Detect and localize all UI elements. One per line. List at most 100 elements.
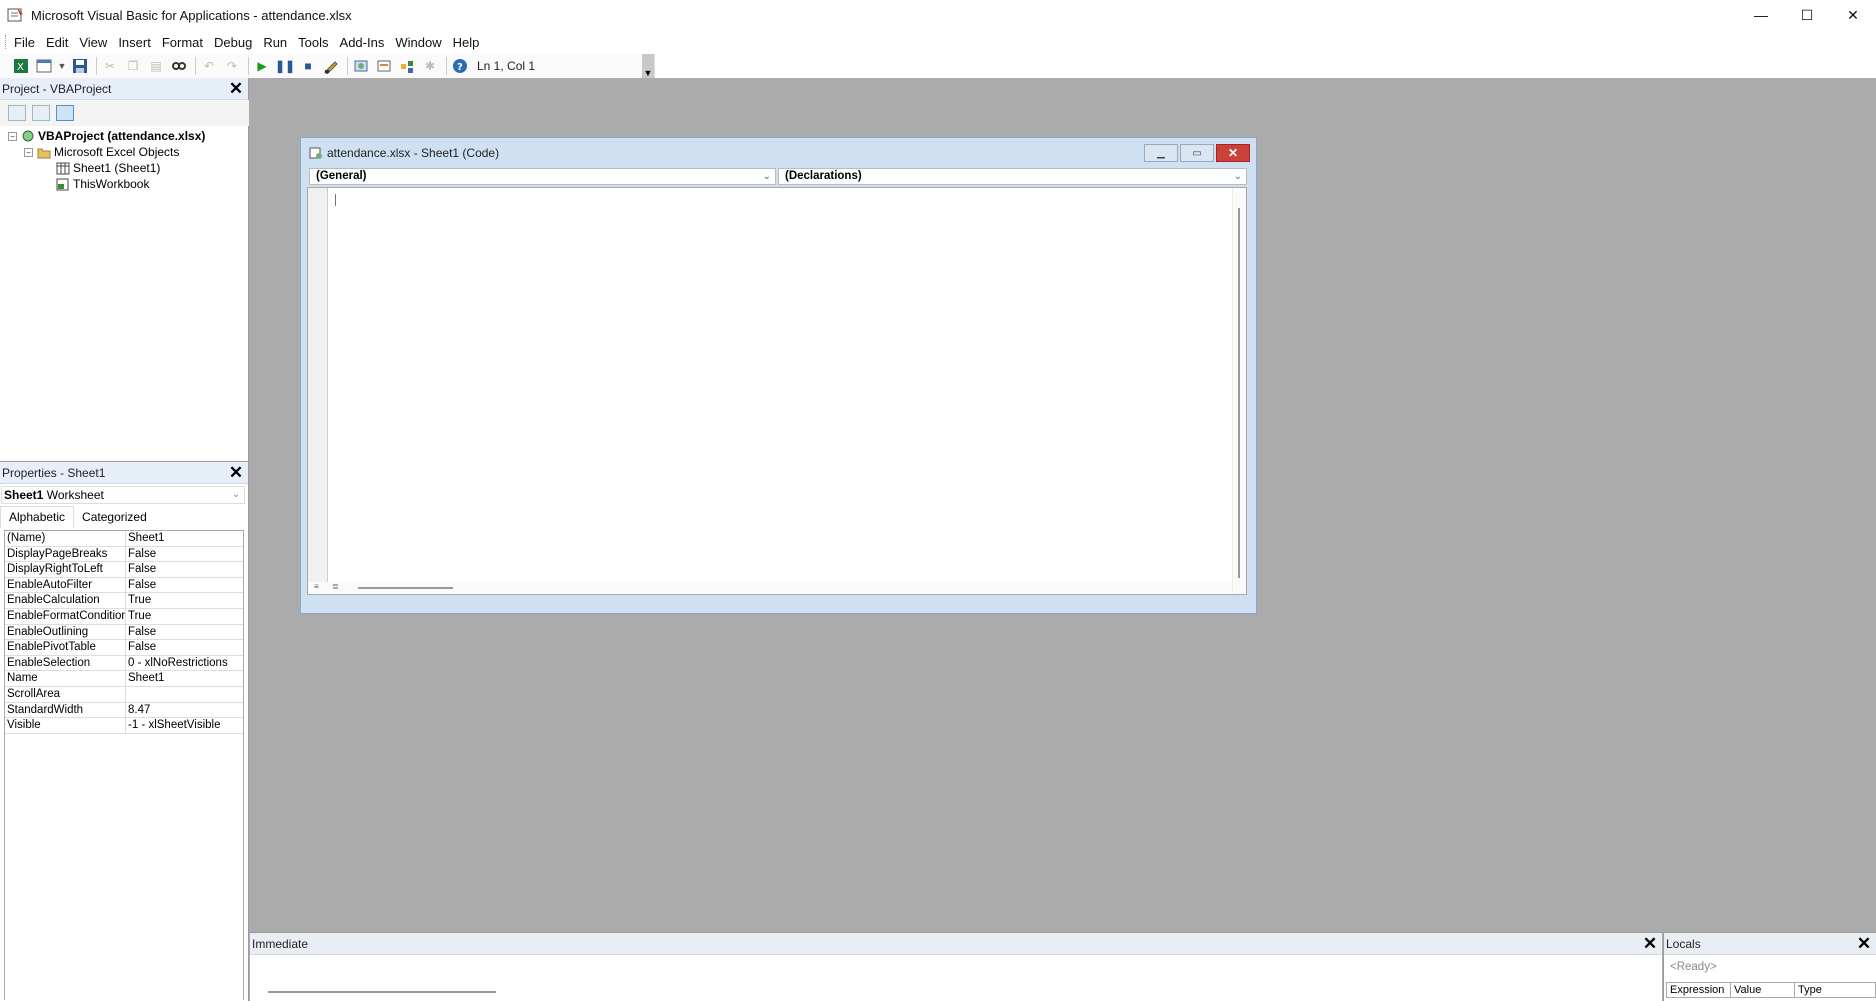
property-row[interactable]: EnableCalculation True bbox=[5, 593, 243, 609]
close-window-button[interactable]: ✕ bbox=[1830, 0, 1876, 30]
menu-tools[interactable]: Tools bbox=[298, 35, 328, 50]
property-value[interactable]: -1 - xlSheetVisible bbox=[126, 718, 243, 733]
property-row[interactable]: Name Sheet1 bbox=[5, 671, 243, 687]
property-row[interactable]: EnableAutoFilter False bbox=[5, 577, 243, 594]
help-icon[interactable]: ? bbox=[450, 56, 470, 76]
menu-add-ins[interactable]: Add-Ins bbox=[340, 35, 385, 50]
property-row[interactable]: DisplayRightToLeft False bbox=[5, 562, 243, 578]
code-maximize-button[interactable]: ▭ bbox=[1180, 144, 1214, 162]
paste-icon[interactable]: ▤ bbox=[146, 56, 166, 76]
maximize-button[interactable]: ☐ bbox=[1784, 0, 1830, 30]
code-minimize-button[interactable]: ▁ bbox=[1144, 144, 1178, 162]
properties-window-icon[interactable] bbox=[374, 56, 394, 76]
scroll-thumb[interactable] bbox=[358, 587, 453, 589]
property-value[interactable]: True bbox=[126, 593, 243, 608]
object-browser-icon[interactable] bbox=[397, 56, 417, 76]
close-icon[interactable]: ✕ bbox=[228, 80, 244, 97]
property-row[interactable]: EnableSelection 0 - xlNoRestrictions bbox=[5, 655, 243, 672]
property-row[interactable]: (Name) Sheet1 bbox=[5, 531, 243, 547]
toolbox-icon[interactable]: ✱ bbox=[420, 56, 440, 76]
excel-icon[interactable]: X bbox=[11, 56, 31, 76]
property-value[interactable]: False bbox=[126, 562, 243, 577]
chevron-down-icon[interactable]: ⌄ bbox=[232, 487, 240, 503]
tab-alphabetic[interactable]: Alphabetic bbox=[0, 506, 75, 528]
property-row[interactable]: EnablePivotTable False bbox=[5, 640, 243, 656]
tree-node-vbaproject[interactable]: − VBAProject (attendance.xlsx) bbox=[8, 128, 205, 144]
find-icon[interactable] bbox=[169, 56, 189, 76]
column-value[interactable]: Value bbox=[1731, 983, 1795, 997]
object-selector[interactable]: Sheet1 Worksheet ⌄ bbox=[1, 486, 245, 504]
chevron-down-icon[interactable]: ⌄ bbox=[763, 169, 771, 184]
view-object-button[interactable] bbox=[32, 105, 50, 121]
property-row[interactable]: DisplayPageBreaks False bbox=[5, 546, 243, 563]
property-value[interactable]: False bbox=[126, 547, 243, 562]
tree-node-excel-objects[interactable]: − Microsoft Excel Objects bbox=[24, 144, 179, 160]
column-type[interactable]: Type bbox=[1795, 983, 1875, 997]
property-row[interactable]: EnableOutlining False bbox=[5, 624, 243, 641]
property-row[interactable]: Visible -1 - xlSheetVisible bbox=[5, 718, 243, 734]
property-row[interactable]: ScrollArea bbox=[5, 686, 243, 703]
menu-run[interactable]: Run bbox=[263, 35, 287, 50]
redo-icon[interactable]: ↷ bbox=[222, 56, 242, 76]
minimize-button[interactable]: — bbox=[1738, 0, 1784, 30]
horizontal-scrollbar[interactable]: ≡ ≣ bbox=[308, 582, 1232, 594]
property-value[interactable]: 8.47 bbox=[126, 703, 243, 718]
menu-window[interactable]: Window bbox=[395, 35, 441, 50]
menu-view[interactable]: View bbox=[79, 35, 107, 50]
property-value[interactable]: Sheet1 bbox=[126, 531, 243, 546]
margin-indicator-bar[interactable] bbox=[308, 188, 328, 594]
close-icon[interactable]: ✕ bbox=[1642, 935, 1658, 952]
code-window-titlebar[interactable]: attendance.xlsx - Sheet1 (Code) bbox=[301, 138, 1256, 168]
object-combo[interactable]: (General) ⌄ bbox=[309, 168, 776, 185]
full-module-view-icon[interactable]: ≣ bbox=[332, 582, 339, 591]
menu-debug[interactable]: Debug bbox=[214, 35, 252, 50]
menu-help[interactable]: Help bbox=[453, 35, 480, 50]
break-icon[interactable]: ❚❚ bbox=[275, 56, 295, 76]
menu-insert[interactable]: Insert bbox=[118, 35, 151, 50]
tree-label-sheet1: Sheet1 (Sheet1) bbox=[73, 161, 161, 175]
code-editor[interactable]: ≡ ≣ bbox=[307, 187, 1247, 595]
property-value[interactable]: Sheet1 bbox=[126, 671, 243, 686]
menu-format[interactable]: Format bbox=[162, 35, 203, 50]
property-value[interactable]: False bbox=[126, 640, 243, 655]
scroll-thumb[interactable] bbox=[1238, 208, 1240, 578]
immediate-input[interactable] bbox=[250, 956, 1662, 1001]
menu-file[interactable]: File bbox=[14, 35, 35, 50]
property-value[interactable]: 0 - xlNoRestrictions bbox=[126, 656, 243, 671]
cut-icon[interactable]: ✂ bbox=[100, 56, 120, 76]
undo-icon[interactable]: ↶ bbox=[199, 56, 219, 76]
procedure-combo[interactable]: (Declarations) ⌄ bbox=[778, 168, 1247, 185]
menu-edit[interactable]: Edit bbox=[46, 35, 68, 50]
chevron-down-icon[interactable]: ▼ bbox=[57, 56, 67, 76]
property-value[interactable]: False bbox=[126, 578, 243, 593]
scroll-thumb[interactable] bbox=[268, 991, 496, 993]
chevron-down-icon[interactable]: ⌄ bbox=[1234, 169, 1242, 184]
save-icon[interactable] bbox=[70, 56, 90, 76]
tree-node-thisworkbook[interactable]: ThisWorkbook bbox=[56, 176, 149, 192]
close-icon[interactable]: ✕ bbox=[228, 464, 244, 481]
property-value[interactable]: True bbox=[126, 609, 243, 624]
property-row[interactable]: EnableFormatConditionsCalculationTrue bbox=[5, 608, 243, 625]
tree-node-sheet1[interactable]: Sheet1 (Sheet1) bbox=[56, 160, 160, 176]
reset-icon[interactable]: ■ bbox=[298, 56, 318, 76]
project-explorer-icon[interactable] bbox=[351, 56, 371, 76]
run-icon[interactable]: ▶ bbox=[252, 56, 272, 76]
close-icon[interactable]: ✕ bbox=[1856, 935, 1872, 952]
collapse-icon[interactable]: − bbox=[24, 147, 33, 157]
copy-icon[interactable]: ❐ bbox=[123, 56, 143, 76]
menu-grip[interactable] bbox=[5, 35, 8, 49]
property-value[interactable]: False bbox=[126, 625, 243, 640]
collapse-icon[interactable]: − bbox=[8, 131, 17, 141]
property-value[interactable] bbox=[126, 687, 243, 702]
insert-module-icon[interactable] bbox=[34, 56, 54, 76]
procedure-view-icon[interactable]: ≡ bbox=[314, 582, 319, 591]
tab-categorized[interactable]: Categorized bbox=[74, 507, 155, 528]
vertical-scrollbar[interactable] bbox=[1232, 188, 1246, 594]
toggle-folders-button[interactable] bbox=[56, 105, 74, 121]
code-close-button[interactable]: ✕ bbox=[1216, 144, 1250, 162]
property-row[interactable]: StandardWidth 8.47 bbox=[5, 702, 243, 719]
view-code-button[interactable] bbox=[8, 105, 26, 121]
toolbar-options-button[interactable]: ▼ bbox=[642, 54, 654, 78]
column-expression[interactable]: Expression bbox=[1667, 983, 1731, 997]
design-mode-icon[interactable] bbox=[321, 56, 341, 76]
